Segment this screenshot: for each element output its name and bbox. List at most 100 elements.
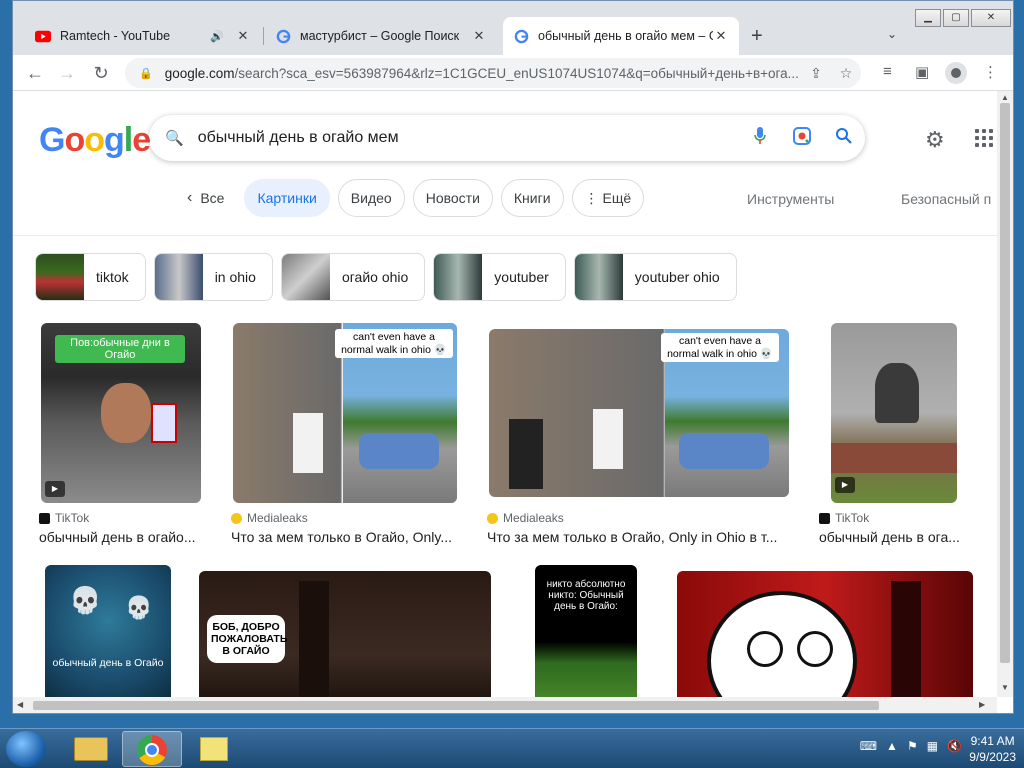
result-caption[interactable]: Что за мем только в Огайо, Only in Ohio … bbox=[487, 529, 787, 545]
folder-icon bbox=[74, 737, 108, 761]
thumbnail-overlay-text: can't even have a normal walk in ohio 💀 bbox=[335, 329, 453, 358]
settings-gear-icon[interactable]: ⚙ bbox=[925, 127, 945, 153]
image-result[interactable]: 💀 💀 обычный день в Огайо bbox=[45, 565, 171, 697]
tab-more[interactable]: ⋮ Ещё bbox=[571, 179, 645, 217]
action-center-flag-icon[interactable]: ⚑ bbox=[907, 739, 918, 753]
search-icon: 🔍 bbox=[165, 130, 184, 147]
reading-list-icon[interactable]: ≡ bbox=[883, 63, 892, 80]
tab-title: мастурбист – Google Поиск bbox=[300, 29, 460, 43]
related-chip[interactable]: youtuber ohio bbox=[573, 253, 737, 301]
chevron-left-icon: ‹ bbox=[187, 189, 193, 206]
taskbar-explorer[interactable] bbox=[62, 731, 122, 767]
google-icon bbox=[513, 28, 529, 44]
start-button[interactable] bbox=[6, 731, 46, 767]
tab-strip: Ramtech - YouTube 🔊 ✕ мастурбист – Googl… bbox=[13, 1, 1013, 55]
apps-grid-icon[interactable] bbox=[975, 129, 993, 147]
result-source[interactable]: Medialeaks bbox=[487, 511, 564, 525]
kebab-icon: ⋮ bbox=[584, 189, 599, 206]
vertical-scrollbar[interactable]: ▲ ▼ bbox=[997, 91, 1013, 697]
close-tab-icon[interactable]: ✕ bbox=[713, 28, 729, 44]
minimize-button[interactable]: ▁ bbox=[915, 9, 941, 27]
show-hidden-icons-chevron-icon[interactable]: ▲ bbox=[886, 739, 898, 753]
reload-icon[interactable]: ↻ bbox=[89, 61, 113, 85]
forward-arrow-icon[interactable]: → bbox=[55, 61, 79, 85]
result-thumbnail[interactable]: ▶ bbox=[831, 323, 957, 503]
scrollbar-thumb[interactable] bbox=[1000, 103, 1010, 663]
related-chip[interactable]: tiktok bbox=[35, 253, 146, 301]
taskbar-chrome[interactable] bbox=[122, 731, 182, 767]
new-tab-button[interactable]: + bbox=[751, 25, 763, 48]
menu-kebab-icon[interactable]: ⋮ bbox=[983, 63, 998, 81]
tab-search-chevron-icon[interactable]: ⌄ bbox=[887, 27, 897, 41]
volume-muted-icon[interactable]: 🔇 bbox=[947, 739, 962, 753]
play-icon: ▶ bbox=[835, 477, 855, 493]
close-tab-icon[interactable]: ✕ bbox=[235, 28, 251, 44]
maximize-button[interactable]: ▢ bbox=[943, 9, 969, 27]
taskbar-notes[interactable] bbox=[184, 731, 244, 767]
tiktok-icon bbox=[819, 512, 830, 524]
tab-active-search[interactable]: обычный день в огайо мем – G ✕ bbox=[503, 17, 739, 55]
share-icon[interactable]: ⇪ bbox=[801, 65, 831, 82]
search-box[interactable]: 🔍 обычный день в огайо мем bbox=[149, 115, 865, 161]
result-source[interactable]: TikTok bbox=[819, 511, 869, 525]
result-caption[interactable]: обычный день в ога... bbox=[819, 529, 969, 545]
image-result[interactable]: БОБ, ДОБРО ПОЖАЛОВАТЬ В ОГАЙО bbox=[199, 571, 491, 697]
related-searches: tiktok in ohio огайо ohio youtuber youtu… bbox=[35, 253, 737, 301]
result-thumbnail[interactable]: can't even have a normal walk in ohio 💀 bbox=[233, 323, 457, 503]
profile-avatar-icon[interactable] bbox=[945, 62, 967, 84]
medialeaks-icon bbox=[487, 512, 498, 524]
related-chip[interactable]: in ohio bbox=[153, 253, 273, 301]
scrollbar-thumb[interactable] bbox=[33, 701, 879, 710]
related-chip[interactable]: огайо ohio bbox=[280, 253, 426, 301]
search-submit-icon[interactable] bbox=[823, 127, 865, 150]
search-query[interactable]: обычный день в огайо мем bbox=[198, 129, 739, 147]
tab-google-search[interactable]: мастурбист – Google Поиск ✕ bbox=[265, 17, 497, 55]
close-window-button[interactable]: ✕ bbox=[971, 9, 1011, 27]
close-tab-icon[interactable]: ✕ bbox=[471, 28, 487, 44]
result-source[interactable]: Medialeaks bbox=[231, 511, 308, 525]
skeleton-figure bbox=[891, 581, 921, 697]
google-logo[interactable]: Google bbox=[39, 121, 151, 160]
tab-images[interactable]: Картинки bbox=[244, 179, 330, 217]
network-icon[interactable]: ▦ bbox=[927, 739, 938, 753]
lock-icon[interactable]: 🔒 bbox=[139, 67, 153, 80]
tab-youtube[interactable]: Ramtech - YouTube 🔊 ✕ bbox=[25, 17, 261, 55]
image-result[interactable] bbox=[677, 571, 973, 697]
milk-carton bbox=[151, 403, 177, 443]
tab-books[interactable]: Книги bbox=[500, 179, 564, 217]
scroll-left-icon[interactable]: ◀ bbox=[17, 700, 23, 709]
divider bbox=[13, 235, 997, 236]
result-thumbnail[interactable]: Пов:обычные дни в Огайо ▶ bbox=[41, 323, 201, 503]
system-clock[interactable]: 9:41 AM 9/9/2023 bbox=[969, 733, 1016, 765]
result-caption[interactable]: обычный день в огайо... bbox=[39, 529, 209, 545]
tab-news[interactable]: Новости bbox=[412, 179, 493, 217]
url-text[interactable]: google.com/search?sca_esv=563987964&rlz=… bbox=[165, 66, 801, 81]
creature-figure bbox=[299, 581, 329, 697]
related-chip[interactable]: youtuber bbox=[433, 253, 566, 301]
address-bar[interactable]: 🔒 google.com/search?sca_esv=563987964&rl… bbox=[125, 58, 861, 88]
microphone-icon[interactable] bbox=[739, 126, 781, 151]
side-panel-icon[interactable]: ▣ bbox=[915, 63, 929, 81]
result-source[interactable]: TikTok bbox=[39, 511, 89, 525]
tab-video[interactable]: Видео bbox=[337, 179, 405, 217]
scroll-up-icon[interactable]: ▲ bbox=[1001, 93, 1009, 102]
tools-button[interactable]: Инструменты bbox=[747, 191, 834, 207]
scroll-down-icon[interactable]: ▼ bbox=[1001, 683, 1009, 692]
safe-search-button[interactable]: Безопасный п bbox=[901, 191, 991, 207]
result-thumbnail[interactable]: can't even have a normal walk in ohio 💀 bbox=[489, 329, 789, 497]
speaker-icon[interactable]: 🔊 bbox=[209, 30, 225, 43]
horizontal-scrollbar[interactable]: ◀ ▶ bbox=[13, 697, 997, 713]
bookmark-star-icon[interactable]: ☆ bbox=[831, 65, 861, 82]
image-result[interactable]: никто абсолютно никто: Обычный день в Ог… bbox=[535, 565, 637, 697]
scroll-right-icon[interactable]: ▶ bbox=[979, 700, 985, 709]
lens-camera-icon[interactable] bbox=[781, 126, 823, 151]
related-thumbnail bbox=[281, 254, 330, 300]
keyboard-icon[interactable]: ⌨ bbox=[860, 739, 877, 753]
result-caption[interactable]: Что за мем только в Огайо, Only... bbox=[231, 529, 463, 545]
tab-all[interactable]: ‹ Все bbox=[175, 179, 236, 217]
system-tray: ⌨ ▲ ⚑ ▦ 🔇 bbox=[860, 739, 962, 753]
back-arrow-icon[interactable]: ← bbox=[23, 61, 47, 85]
chrome-icon bbox=[137, 735, 167, 765]
thumbnail-overlay-text: БОБ, ДОБРО ПОЖАЛОВАТЬ В ОГАЙО bbox=[207, 615, 287, 663]
skull-icon: 💀 bbox=[125, 595, 153, 620]
